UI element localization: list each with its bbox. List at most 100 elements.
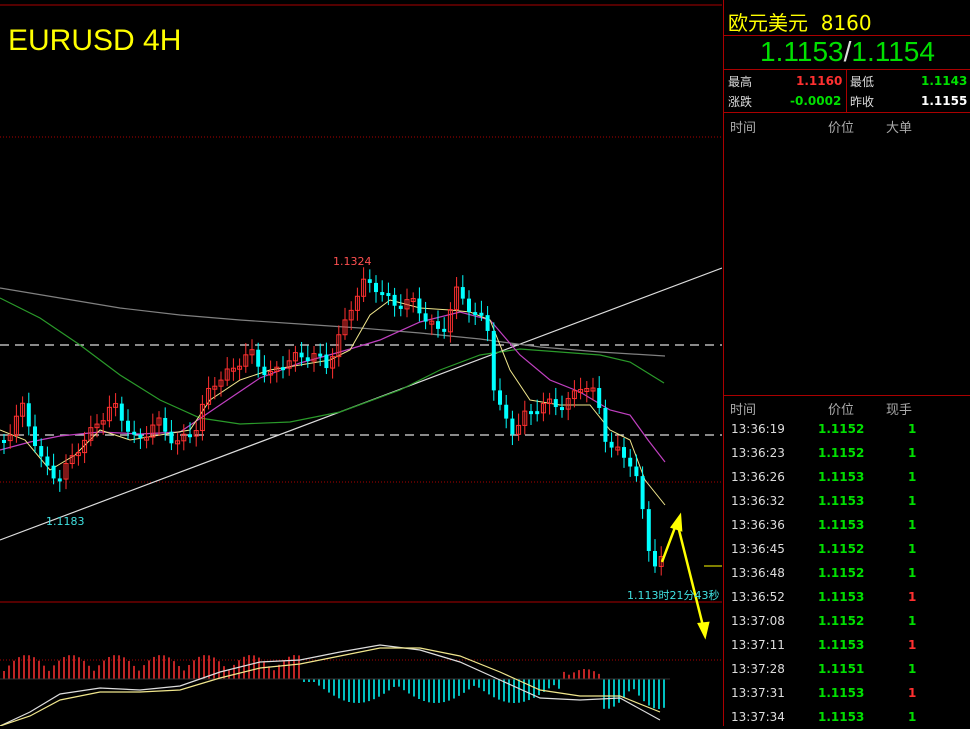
- candle-body: [138, 434, 143, 438]
- high-label: 最高: [728, 75, 753, 89]
- high-price-label: 1.1324: [333, 255, 372, 268]
- candle-body: [653, 551, 657, 567]
- candle-body: [305, 357, 310, 362]
- candle-body: [367, 279, 372, 283]
- tick-list[interactable]: 13:36:19 1.1152 1 13:36:23 1.1152 1 13:36:26 1.…: [724, 417, 970, 726]
- big-orders-big-header: 大单: [886, 121, 913, 136]
- tick-row: 13:36:23 1.1152 1: [724, 441, 970, 465]
- tick-time: 13:36:36: [731, 518, 785, 532]
- ticks-price-header: 价位: [828, 403, 855, 418]
- chart-title: EURUSD 4H: [8, 24, 182, 57]
- candle-body: [398, 305, 403, 309]
- candle-body: [560, 407, 564, 411]
- tick-price: 1.1152: [818, 542, 865, 556]
- ask-price: 1.1154: [851, 36, 935, 67]
- candle-body: [26, 403, 31, 427]
- tick-price: 1.1153: [818, 590, 865, 604]
- candle-body: [553, 399, 558, 408]
- candle-body: [386, 293, 391, 297]
- tick-volume: 1: [908, 542, 917, 556]
- big-orders-time-header: 时间: [730, 121, 757, 136]
- candle-body: [57, 478, 62, 482]
- candle-body: [510, 418, 515, 435]
- candle-body: [634, 466, 639, 477]
- tick-row: 13:37:28 1.1151 1: [724, 657, 970, 681]
- tick-volume: 1: [908, 470, 917, 484]
- candle-body: [33, 426, 37, 447]
- tick-time: 13:37:31: [731, 686, 785, 700]
- tick-row: 13:36:26 1.1153 1: [724, 465, 970, 489]
- candle-body: [640, 476, 645, 510]
- candle-body: [467, 298, 471, 313]
- tick-time: 13:37:08: [731, 614, 785, 628]
- candle-body: [628, 457, 633, 467]
- tick-time: 13:36:23: [731, 446, 785, 460]
- tick-time: 13:36:32: [731, 494, 785, 508]
- tick-time: 13:36:19: [731, 422, 785, 436]
- candle-body: [535, 411, 540, 415]
- candle-body: [597, 388, 602, 408]
- tick-price: 1.1153: [818, 470, 865, 484]
- candle-body: [262, 366, 267, 376]
- low-label: 最低: [850, 75, 875, 89]
- ticks-volume-header: 现手: [886, 403, 913, 418]
- tick-price: 1.1152: [818, 566, 865, 580]
- tick-volume: 1: [908, 422, 917, 436]
- candle-body: [498, 390, 502, 405]
- candle-body: [45, 456, 50, 466]
- tick-volume: 1: [908, 710, 917, 724]
- candle-body: [609, 441, 614, 448]
- tick-price: 1.1152: [818, 422, 865, 436]
- candle-body: [504, 404, 509, 419]
- tick-row: 13:36:45 1.1152 1: [724, 537, 970, 561]
- tick-time: 13:36:52: [731, 590, 785, 604]
- tick-volume: 1: [908, 518, 917, 532]
- candle-body: [485, 315, 490, 331]
- candlestick-chart[interactable]: [0, 0, 722, 726]
- candle-body: [126, 420, 130, 432]
- tick-row: 13:37:11 1.1153 1: [724, 633, 970, 657]
- countdown-label: 1.113时21分43秒: [627, 589, 720, 602]
- candle-body: [169, 431, 174, 444]
- tick-time: 13:37:34: [731, 710, 785, 724]
- tick-volume: 1: [908, 638, 917, 652]
- tick-row: 13:37:34 1.1153 1: [724, 705, 970, 729]
- candle-body: [2, 440, 6, 443]
- instrument-title: 欧元美元: [728, 11, 808, 35]
- low-value: 1.1143: [921, 74, 968, 88]
- bid-ask-price: 1.1153/1.1154: [724, 36, 970, 68]
- tick-row: 13:36:32 1.1153 1: [724, 489, 970, 513]
- candle-body: [132, 431, 137, 435]
- instrument-name: 欧元美元 8160: [728, 7, 872, 36]
- bid-price: 1.1153: [760, 36, 844, 67]
- candle-body: [188, 434, 192, 438]
- tick-row: 13:36:48 1.1152 1: [724, 561, 970, 585]
- candle-body: [256, 349, 261, 367]
- tick-row: 13:36:36 1.1153 1: [724, 513, 970, 537]
- tick-price: 1.1151: [818, 662, 865, 676]
- change-value: -0.0002: [790, 94, 842, 108]
- tick-time: 13:37:11: [731, 638, 785, 652]
- quote-panel: 欧元美元 8160 1.1153/1.1154 最高 1.1160 最低 1.1…: [723, 0, 970, 726]
- prev-close-value: 1.1155: [921, 94, 968, 108]
- prev-close-label: 昨收: [850, 95, 875, 109]
- tick-time: 13:36:45: [731, 542, 785, 556]
- candle-body: [479, 312, 484, 316]
- candle-body: [281, 367, 285, 371]
- tick-time: 13:37:28: [731, 662, 785, 676]
- candle-body: [529, 411, 533, 415]
- ticks-time-header: 时间: [730, 403, 757, 418]
- tick-time: 13:36:48: [731, 566, 785, 580]
- big-orders-list[interactable]: [724, 136, 970, 394]
- tick-time: 13:36:26: [731, 470, 785, 484]
- tick-row: 13:37:31 1.1153 1: [724, 681, 970, 705]
- candle-body: [324, 354, 329, 369]
- candle-body: [392, 294, 397, 306]
- tick-price: 1.1152: [818, 614, 865, 628]
- tick-row: 13:36:52 1.1153 1: [724, 585, 970, 609]
- candle-body: [491, 330, 496, 391]
- tick-price: 1.1153: [818, 494, 865, 508]
- candle-body: [417, 298, 422, 314]
- candle-body: [380, 292, 385, 296]
- candle-body: [436, 321, 440, 329]
